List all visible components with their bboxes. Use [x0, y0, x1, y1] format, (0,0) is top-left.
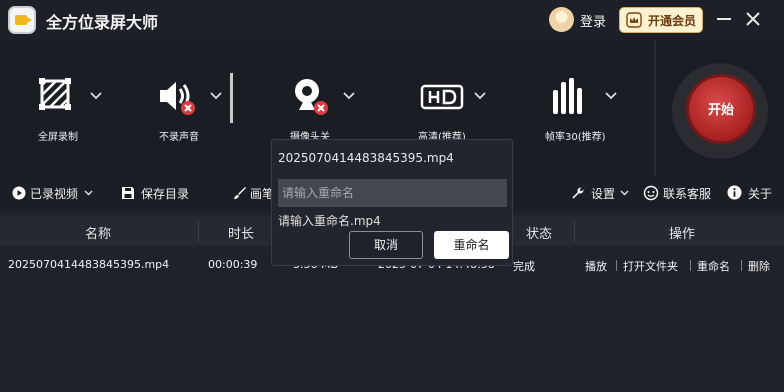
- chevron-down-icon[interactable]: [210, 92, 222, 100]
- tool-framerate[interactable]: 帧率30(推荐): [545, 40, 635, 177]
- minimize-icon[interactable]: [717, 18, 731, 20]
- chevron-down-icon[interactable]: [90, 92, 102, 100]
- tool-label: 全屏录制: [38, 132, 78, 143]
- tool-label: 不录声音: [159, 132, 199, 143]
- delete-action[interactable]: 删除: [748, 258, 770, 274]
- chevron-down-icon[interactable]: [474, 92, 486, 100]
- about-button[interactable]: 关于: [748, 185, 772, 202]
- title-bar: 全方位录屏大师 登录 开通会员: [0, 0, 784, 40]
- column-header-actions: 操作: [669, 227, 696, 242]
- hd-icon: [420, 84, 464, 110]
- file-name: 20250704144838453​95.mp4: [8, 258, 170, 271]
- dialog-title: 20250704144838453​95.mp4: [278, 151, 454, 165]
- info-icon: [727, 185, 742, 200]
- open-folder-action[interactable]: 打开文件夹: [623, 258, 678, 274]
- toolbar-divider: [654, 40, 656, 177]
- chevron-down-icon[interactable]: [605, 92, 617, 100]
- rename-action[interactable]: 重命名: [697, 258, 730, 274]
- rename-preview: 请输入重命名.mp4: [278, 214, 381, 228]
- save-disk-icon: [122, 187, 134, 199]
- action-divider: [741, 260, 742, 271]
- column-divider: [574, 220, 575, 242]
- column-divider: [198, 220, 199, 242]
- chevron-down-icon[interactable]: [620, 190, 629, 196]
- settings-menu[interactable]: 设置: [591, 185, 615, 202]
- speaker-muted-icon: [160, 82, 195, 115]
- user-avatar[interactable]: [549, 7, 574, 32]
- tool-label: 帧率30(推荐): [545, 132, 606, 143]
- tool-audio[interactable]: 不录声音: [150, 40, 230, 177]
- app-title: 全方位录屏大师: [46, 13, 159, 32]
- cancel-button[interactable]: 取消: [349, 231, 423, 259]
- webcam-off-icon: [295, 79, 328, 115]
- vip-label: 开通会员: [648, 14, 697, 28]
- crown-icon: [626, 12, 642, 28]
- rename-confirm-button[interactable]: 重命名: [434, 231, 509, 259]
- tool-fullscreen[interactable]: 全屏录制: [30, 40, 110, 177]
- app-logo-icon: [8, 6, 36, 34]
- start-label: 开始: [707, 103, 734, 118]
- column-header-status: 状态: [526, 227, 553, 242]
- toolbar-divider: [230, 73, 233, 123]
- chevron-down-icon[interactable]: [84, 190, 93, 196]
- column-header-name: 名称: [85, 227, 112, 242]
- brush-icon: [234, 187, 246, 199]
- rename-input[interactable]: [278, 179, 507, 207]
- close-icon[interactable]: [745, 11, 761, 27]
- fullscreen-area-icon: [39, 78, 71, 110]
- framerate-bars-icon: [553, 78, 582, 114]
- play-circle-icon: [12, 186, 26, 200]
- column-header-duration: 时长: [228, 227, 255, 242]
- action-divider: [690, 260, 691, 271]
- file-status: 完成: [513, 260, 535, 273]
- save-directory-button[interactable]: 保存目录: [141, 185, 189, 202]
- wrench-icon: [572, 187, 584, 199]
- rename-dialog: 20250704144838453​95.mp4 请输入重命名.mp4 取消 重…: [271, 139, 513, 266]
- headset-icon: [643, 185, 659, 201]
- start-record-button[interactable]: 开始: [689, 77, 753, 141]
- recorded-videos-menu[interactable]: 已录视频: [30, 185, 78, 202]
- chevron-down-icon[interactable]: [343, 92, 355, 100]
- contact-support-button[interactable]: 联系客服: [663, 185, 711, 202]
- file-duration: 00:00:39: [208, 258, 258, 271]
- vip-button[interactable]: 开通会员: [619, 7, 703, 33]
- action-divider: [616, 260, 617, 271]
- play-action[interactable]: 播放: [585, 258, 607, 274]
- login-link[interactable]: 登录: [580, 11, 606, 30]
